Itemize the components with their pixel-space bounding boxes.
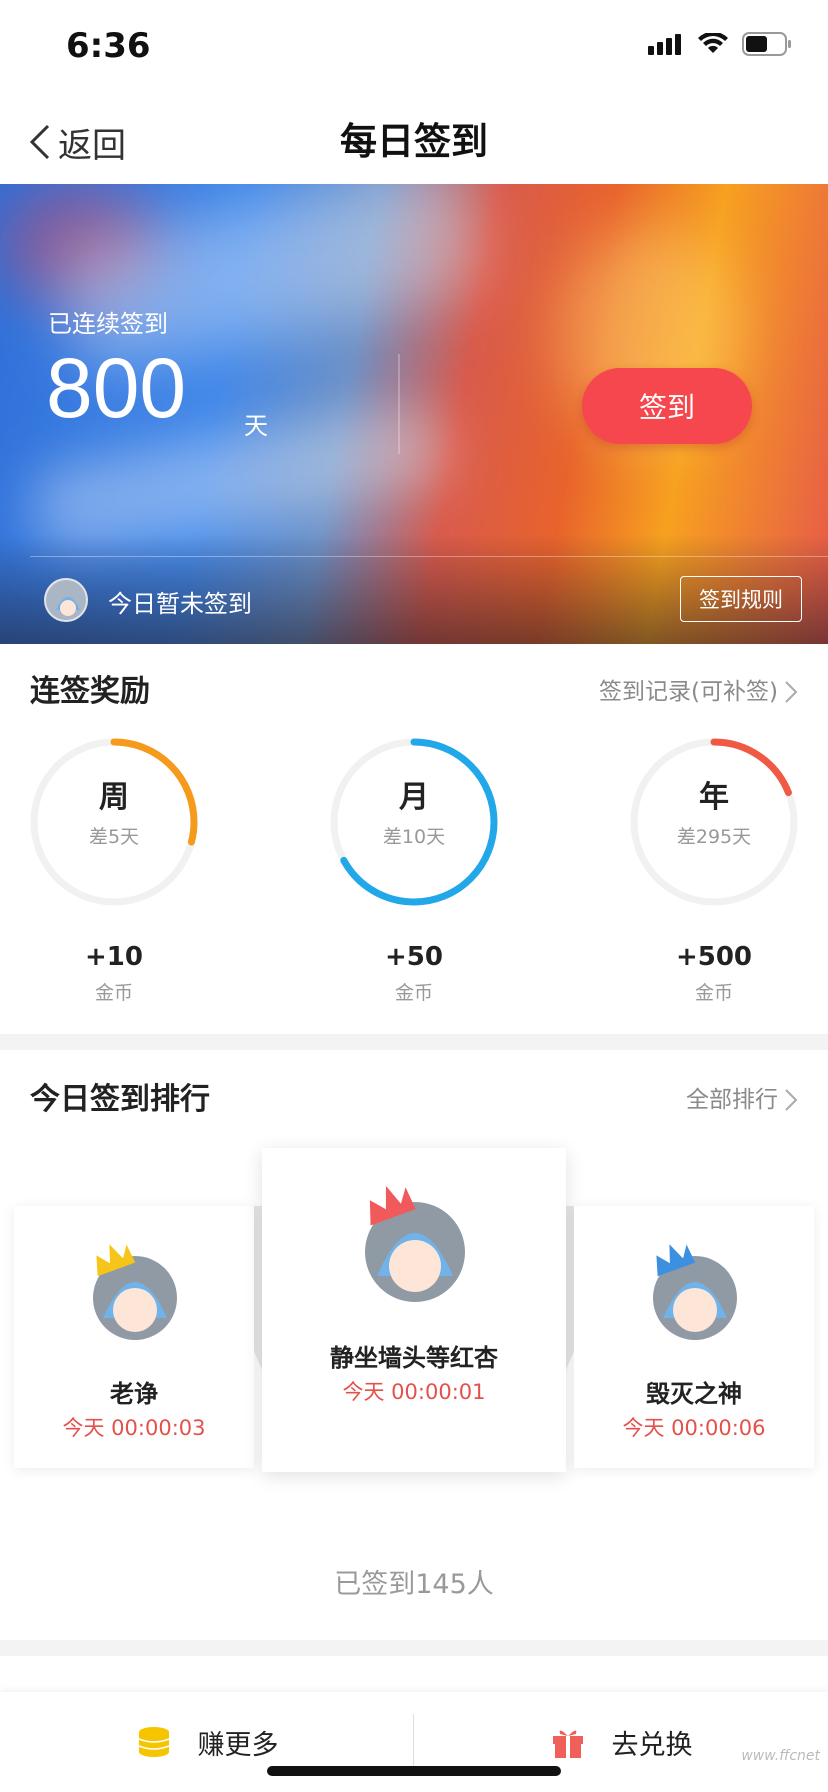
bottom-tab-bar: 赚更多 去兑换 — [0, 1692, 828, 1792]
reward-month: 月 差10天 +50 金币 — [324, 736, 504, 1005]
rank-user-name: 老诤 — [110, 1380, 158, 1408]
gift-icon — [552, 1730, 583, 1758]
reward-period: 周 — [99, 780, 129, 815]
rank-card-first[interactable]: 静坐墙头等红杏 今天 00:00:01 — [262, 1148, 566, 1472]
user-avatar-icon — [93, 1244, 177, 1340]
today-status: 今日暂未签到 — [108, 590, 252, 618]
earn-more-tab[interactable]: 赚更多 — [0, 1692, 414, 1792]
checkin-banner: 已连续签到 800 天 签到 今日暂未签到 签到规则 — [0, 184, 828, 644]
home-indicator — [267, 1766, 561, 1776]
banner-divider — [398, 354, 400, 454]
rank-user-name: 静坐墙头等红杏 — [330, 1344, 498, 1372]
checkin-history-link[interactable]: 签到记录(可补签) — [599, 662, 798, 722]
rules-button[interactable]: 签到规则 — [680, 576, 802, 622]
reward-ring: 年 差295天 — [628, 736, 800, 908]
user-avatar-icon — [653, 1244, 737, 1340]
redeem-tab[interactable]: 去兑换 — [414, 1692, 828, 1792]
ranking-header: 今日签到排行 全部排行 — [0, 1070, 828, 1130]
avatar — [44, 578, 88, 622]
watermark: www.ffcnet — [741, 1748, 820, 1764]
reward-period: 月 — [399, 780, 429, 815]
reward-coins: +500 — [675, 942, 753, 972]
reward-ring: 周 差5天 — [28, 736, 200, 908]
reward-coins: +10 — [85, 942, 143, 972]
redeem-label: 去兑换 — [611, 1729, 693, 1761]
status-icons — [648, 32, 792, 56]
all-ranking-label: 全部排行 — [686, 1087, 778, 1113]
all-ranking-link[interactable]: 全部排行 — [686, 1070, 798, 1130]
rank-card-third[interactable]: 毁灭之神 今天 00:00:06 — [574, 1206, 814, 1468]
cellular-signal-icon — [648, 34, 681, 55]
rank-user-name: 毁灭之神 — [646, 1380, 742, 1408]
user-avatar-icon — [365, 1185, 465, 1302]
reward-period: 年 — [699, 780, 729, 815]
rewards-header: 连签奖励 签到记录(可补签) — [0, 662, 828, 722]
reward-coins: +50 — [385, 942, 443, 972]
earn-more-label: 赚更多 — [197, 1729, 279, 1761]
rank-card-second[interactable]: 老诤 今天 00:00:03 — [14, 1206, 254, 1468]
reward-ring: 月 差10天 — [328, 736, 500, 908]
reward-unit: 金币 — [94, 982, 133, 1004]
reward-week: 周 差5天 +10 金币 — [24, 736, 204, 1005]
rank-checkin-time: 今天 00:00:06 — [622, 1416, 766, 1440]
reward-remaining: 差295天 — [676, 826, 752, 848]
section-divider — [0, 1034, 828, 1050]
banner-divider-line — [30, 556, 828, 557]
reward-unit: 金币 — [394, 982, 433, 1004]
streak-days: 800 — [46, 341, 187, 435]
wifi-icon — [698, 33, 728, 53]
rank-checkin-time: 今天 00:00:03 — [62, 1416, 206, 1440]
chevron-right-icon — [785, 681, 798, 703]
ranking-title: 今日签到排行 — [30, 1082, 210, 1117]
coins-icon — [138, 1727, 169, 1757]
reward-remaining: 差5天 — [88, 826, 140, 848]
reward-year: 年 差295天 +500 金币 — [624, 736, 804, 1005]
page-title: 每日签到 — [340, 120, 488, 163]
chevron-right-icon — [785, 1089, 798, 1111]
reward-unit: 金币 — [694, 982, 733, 1004]
rank-checkin-time: 今天 00:00:01 — [342, 1380, 486, 1404]
reward-remaining: 差10天 — [382, 826, 446, 848]
total-checkins: 已签到145人 — [334, 1569, 494, 1600]
checkin-button[interactable]: 签到 — [582, 368, 752, 444]
section-divider — [0, 1640, 828, 1656]
battery-icon — [742, 32, 791, 56]
status-time: 6:36 — [66, 26, 151, 66]
rewards-title: 连签奖励 — [30, 674, 150, 709]
streak-unit: 天 — [244, 412, 268, 440]
status-bar: 6:36 — [0, 0, 828, 100]
streak-label: 已连续签到 — [48, 310, 168, 338]
nav-bar: 返回 每日签到 — [0, 100, 828, 184]
checkin-history-label: 签到记录(可补签) — [599, 679, 778, 705]
